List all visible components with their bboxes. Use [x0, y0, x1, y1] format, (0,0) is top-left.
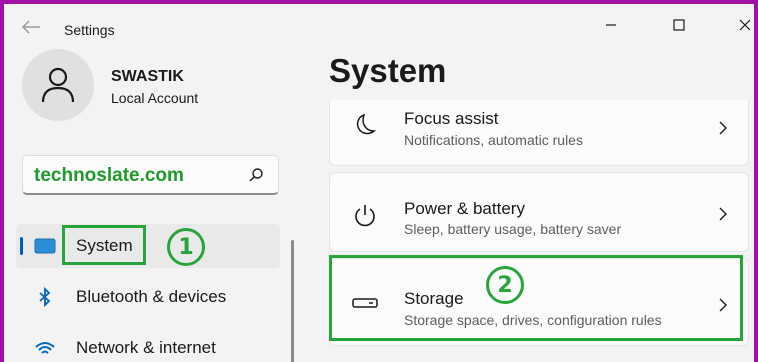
title-bar: Settings — [4, 4, 754, 44]
avatar[interactable] — [22, 49, 94, 121]
sidebar-item-network[interactable]: Network & internet — [16, 326, 280, 362]
setting-subtitle: Notifications, automatic rules — [404, 132, 583, 148]
highlight-system — [62, 225, 146, 265]
sidebar-scrollbar[interactable] — [291, 240, 294, 362]
app-title: Settings — [64, 22, 115, 38]
monitor-icon — [34, 236, 56, 256]
setting-title: Power & battery — [404, 199, 525, 218]
minimize-button[interactable] — [588, 10, 634, 40]
bluetooth-icon — [34, 287, 56, 307]
search-value: technoslate.com — [34, 165, 184, 186]
user-icon — [41, 67, 75, 103]
sidebar-item-label: Network & internet — [76, 338, 216, 357]
highlight-storage — [329, 255, 743, 341]
minimize-icon — [606, 24, 616, 26]
setting-focus-assist[interactable]: Focus assist Notifications, automatic ru… — [329, 100, 749, 166]
setting-title: Focus assist — [404, 109, 499, 128]
sidebar-item-system[interactable]: System — [16, 224, 280, 268]
user-name: SWASTIK — [111, 68, 184, 85]
step-1-marker: 1 — [167, 228, 205, 266]
sidebar-item-label: Bluetooth & devices — [76, 287, 227, 306]
chevron-right-icon — [719, 207, 727, 221]
moon-icon — [356, 113, 377, 135]
account-type: Local Account — [111, 90, 199, 106]
power-icon — [355, 205, 375, 227]
setting-power-battery[interactable]: Power & battery Sleep, battery usage, ba… — [329, 172, 749, 252]
screenshot-frame: Settings SWASTIK Local Account technosla… — [0, 0, 758, 362]
chevron-right-icon — [719, 121, 727, 135]
maximize-button[interactable] — [656, 10, 702, 40]
page-title: System — [329, 52, 447, 89]
maximize-icon — [673, 19, 685, 31]
back-arrow-icon[interactable] — [20, 18, 42, 36]
close-icon — [739, 19, 751, 31]
selection-indicator — [20, 237, 23, 255]
close-button[interactable] — [722, 10, 754, 40]
search-input[interactable]: technoslate.com — [22, 155, 279, 195]
setting-subtitle: Sleep, battery usage, battery saver — [404, 221, 622, 237]
wifi-icon — [34, 338, 56, 358]
search-icon[interactable] — [248, 167, 264, 183]
sidebar-item-bluetooth[interactable]: Bluetooth & devices — [16, 275, 280, 319]
step-2-marker: 2 — [486, 266, 524, 304]
